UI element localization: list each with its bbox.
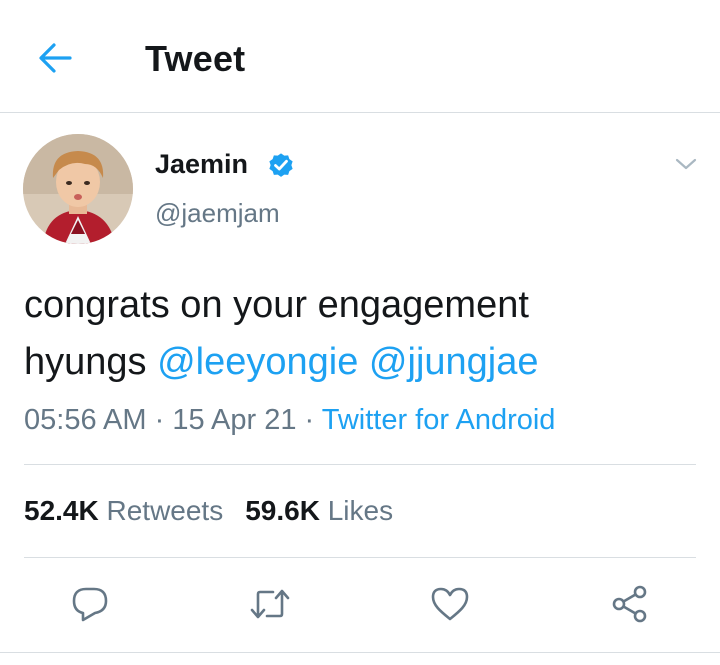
app-header: Tweet (0, 0, 720, 113)
retweets-count: 52.4K (24, 495, 99, 526)
likes-stat[interactable]: 59.6K Likes (245, 495, 393, 526)
page-title: Tweet (145, 38, 246, 79)
tweet-source-link[interactable]: Twitter for Android (322, 404, 556, 436)
tweet-options-button[interactable] (672, 152, 700, 176)
likes-label: Likes (319, 495, 394, 526)
mention-link[interactable]: @jjungjae (369, 341, 539, 383)
tweet-text-prefix: hyungs (24, 341, 158, 383)
retweets-label: Retweets (98, 495, 224, 526)
retweet-icon (250, 589, 290, 619)
divider (24, 464, 696, 465)
like-icon (431, 587, 469, 621)
likes-count: 59.6K (245, 495, 320, 526)
tweet-text-line: congrats on your engagement (24, 284, 529, 326)
author-name[interactable]: Jaemin (155, 149, 248, 180)
tweet-text: congrats on your engagement hyungs @leey… (24, 277, 704, 391)
divider (0, 652, 720, 653)
chevron-down-icon (675, 158, 697, 170)
verified-badge-icon (269, 153, 293, 177)
author-handle[interactable]: @jaemjam (155, 198, 280, 229)
like-button[interactable] (428, 584, 472, 624)
meta-separator: · (146, 404, 173, 436)
tweet-meta: 05:56 AM · 15 Apr 21 · Twitter for Andro… (24, 404, 555, 437)
meta-separator: · (296, 404, 322, 436)
share-icon (612, 585, 647, 623)
divider (24, 557, 696, 558)
back-button[interactable] (34, 38, 76, 78)
tweet-date: 15 Apr 21 (172, 404, 297, 436)
avatar[interactable] (23, 134, 133, 244)
retweets-stat[interactable]: 52.4K Retweets (24, 495, 223, 526)
reply-button[interactable] (68, 584, 112, 624)
avatar-image (23, 134, 133, 244)
tweet-text-line: hyungs @leeyongie @jjungjae (24, 334, 704, 391)
tweet-time: 05:56 AM (24, 404, 147, 436)
tweet-stats: 52.4K Retweets 59.6K Likes (24, 495, 393, 527)
share-button[interactable] (608, 584, 652, 624)
mention-link[interactable]: @leeyongie (157, 341, 358, 383)
reply-icon (72, 587, 108, 622)
arrow-left-icon (39, 43, 72, 73)
retweet-button[interactable] (248, 584, 292, 624)
